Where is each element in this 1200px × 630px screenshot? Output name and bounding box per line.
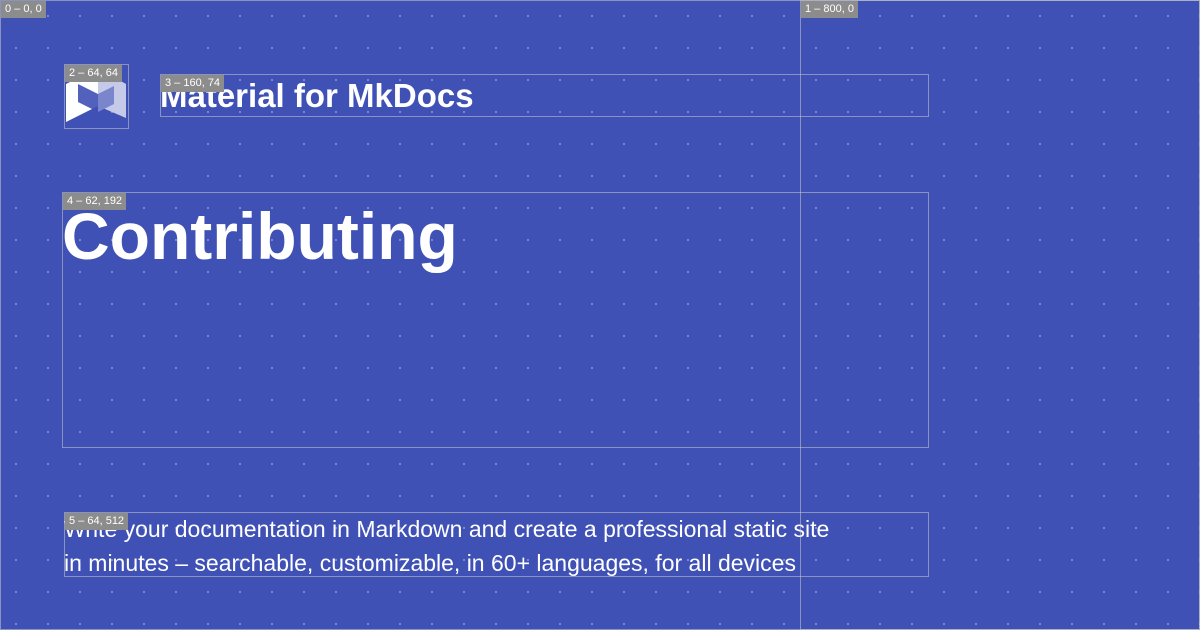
debug-region: 3 – 160, 74	[160, 74, 929, 117]
debug-region-label: 1 – 800, 0	[801, 1, 858, 18]
debug-region-label: 2 – 64, 64	[65, 65, 122, 82]
debug-region: 5 – 64, 512	[64, 512, 929, 577]
debug-region-label: 3 – 160, 74	[161, 75, 225, 92]
debug-region-label: 0 – 0, 0	[1, 1, 46, 18]
debug-region-label: 4 – 62, 192	[63, 193, 127, 210]
debug-region: 4 – 62, 192	[62, 192, 929, 448]
debug-region: 2 – 64, 64	[64, 64, 129, 129]
debug-region-label: 5 – 64, 512	[65, 513, 129, 530]
